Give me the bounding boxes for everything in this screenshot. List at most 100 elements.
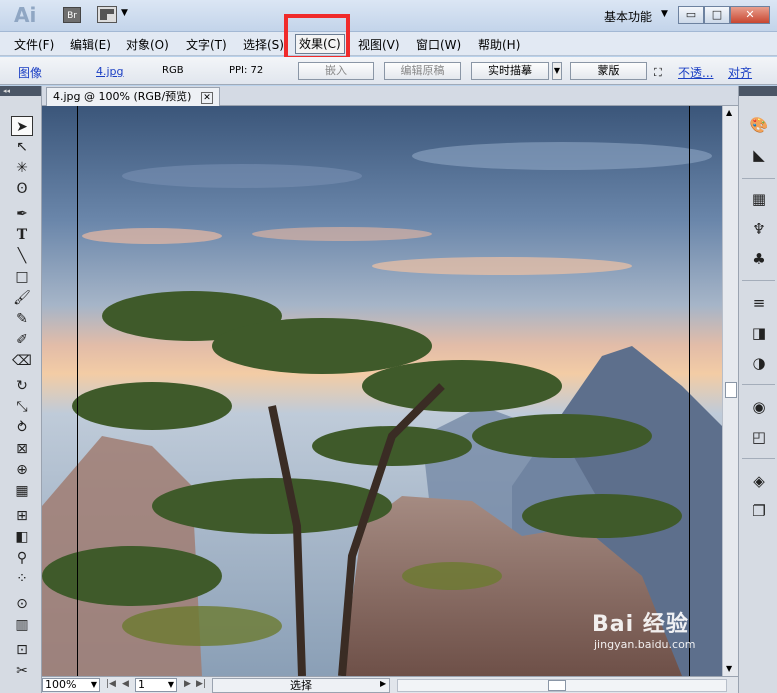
artboard-tool-icon[interactable]: ⊡ — [11, 640, 33, 660]
artboard-canvas[interactable]: Bai 经验 jingyan.baidu.com — [42, 106, 722, 676]
vertical-scroll-thumb[interactable] — [725, 382, 737, 398]
menu-window[interactable]: 窗口(W) — [416, 36, 461, 53]
status-bar: 100% ▼ |◀ ◀ 1 ▼ ▶ ▶| 选择 ▶ — [42, 676, 738, 693]
edit-original-button[interactable]: 编辑原稿 — [384, 62, 461, 80]
layers-panel-icon[interactable]: ◈ — [748, 470, 770, 492]
menu-object[interactable]: 对象(O) — [126, 36, 169, 53]
graphic-styles-icon[interactable]: ◰ — [748, 426, 770, 448]
artboard-edge-left — [77, 106, 78, 676]
object-type-label: 图像 — [18, 66, 43, 80]
gradient-tool-icon[interactable]: ◧ — [11, 527, 33, 547]
color-panel-icon[interactable]: 🎨 — [748, 114, 770, 136]
swatches-panel-icon[interactable]: ▦ — [748, 188, 770, 210]
tools-panel: ◂◂ ➤ ↖ ✳ ʘ ✒ T ╲ □ 🖌 ✎ ✐ ⌫ ↻ ⤡ ⥁ ⊠ ⊕ ▦ ⊞… — [0, 86, 42, 693]
brushes-panel-icon[interactable]: ♆ — [748, 218, 770, 240]
eyedropper-tool-icon[interactable]: ⚲ — [11, 548, 33, 568]
watermark: Bai 经验 jingyan.baidu.com — [592, 612, 696, 651]
panel-grip[interactable]: ◂◂ — [0, 86, 41, 96]
mesh-tool-icon[interactable]: ⊞ — [11, 506, 33, 526]
scale-tool-icon[interactable]: ⤡ — [11, 397, 33, 417]
arrange-documents-icon[interactable] — [97, 6, 117, 23]
scroll-up-icon[interactable]: ▲ — [726, 108, 732, 117]
embed-button[interactable]: 嵌入 — [298, 62, 374, 80]
close-tab-icon[interactable]: ✕ — [200, 92, 213, 104]
placed-image[interactable] — [42, 106, 722, 676]
scroll-down-icon[interactable]: ▼ — [726, 664, 732, 673]
pen-tool-icon[interactable]: ✒ — [11, 204, 33, 224]
menu-select[interactable]: 选择(S) — [243, 36, 284, 53]
control-bar: 图像 4.jpg RGB PPI: 72 嵌入 编辑原稿 实时描摹 ▼ 蒙版 ⛶… — [0, 57, 777, 85]
mask-button[interactable]: 蒙版 — [570, 62, 647, 80]
direct-selection-tool-icon[interactable]: ↖ — [11, 137, 33, 157]
document-tab-title: 4.jpg @ 100% (RGB/预览) — [53, 90, 192, 103]
artboard-edge-right — [689, 106, 690, 676]
app-logo: Ai — [14, 3, 37, 27]
horizontal-scroll-thumb[interactable] — [548, 680, 566, 691]
artboard-select[interactable]: 1 ▼ — [135, 678, 177, 692]
next-artboard-icon[interactable]: ▶ — [184, 679, 191, 689]
zoom-value: 100% — [45, 678, 77, 691]
document-tab[interactable]: 4.jpg @ 100% (RGB/预览) ✕ — [46, 87, 220, 106]
paintbrush-tool-icon[interactable]: 🖌 — [11, 288, 33, 308]
chevron-down-icon[interactable]: ▼ — [661, 9, 668, 19]
close-button[interactable]: ✕ — [730, 6, 770, 24]
last-artboard-icon[interactable]: ▶| — [196, 679, 206, 689]
magic-wand-tool-icon[interactable]: ✳ — [11, 158, 33, 178]
menu-view[interactable]: 视图(V) — [358, 36, 400, 53]
line-tool-icon[interactable]: ╲ — [11, 246, 33, 266]
free-transform-tool-icon[interactable]: ⊠ — [11, 439, 33, 459]
blend-tool-icon[interactable]: ⁘ — [11, 569, 33, 589]
chevron-down-icon[interactable]: ▼ — [121, 8, 128, 18]
transform-grid-icon[interactable]: ⛶ — [654, 66, 662, 80]
align-link[interactable]: 对齐 — [728, 64, 752, 81]
shape-builder-tool-icon[interactable]: ⊕ — [11, 460, 33, 480]
eraser-tool-icon[interactable]: ⌫ — [11, 351, 33, 371]
appearance-panel-icon[interactable]: ◉ — [748, 396, 770, 418]
selection-tool-icon[interactable]: ➤ — [11, 116, 33, 136]
vertical-scrollbar[interactable]: ▲ ▼ — [722, 106, 738, 676]
slice-tool-icon[interactable]: ✂ — [11, 661, 33, 681]
document-tab-bar: 4.jpg @ 100% (RGB/预览) ✕ — [42, 86, 738, 106]
pencil-tool-icon[interactable]: ✎ — [11, 309, 33, 329]
symbol-sprayer-tool-icon[interactable]: ⊙ — [11, 594, 33, 614]
workspace-switcher[interactable]: 基本功能 — [604, 8, 652, 25]
column-graph-tool-icon[interactable]: ▥ — [11, 615, 33, 635]
symbols-panel-icon[interactable]: ♣ — [748, 248, 770, 270]
color-mode-label: RGB — [162, 65, 184, 76]
gradient-panel-icon[interactable]: ◨ — [748, 322, 770, 344]
menu-help[interactable]: 帮助(H) — [478, 36, 520, 53]
artboards-panel-icon[interactable]: ❐ — [748, 500, 770, 522]
menu-bar: 文件(F) 编辑(E) 对象(O) 文字(T) 选择(S) 效果(C) 视图(V… — [0, 32, 777, 56]
zoom-select[interactable]: 100% ▼ — [42, 678, 100, 692]
rectangle-tool-icon[interactable]: □ — [11, 267, 33, 287]
menu-file[interactable]: 文件(F) — [14, 36, 54, 53]
minimize-button[interactable]: ▭ — [678, 6, 704, 24]
perspective-grid-tool-icon[interactable]: ▦ — [11, 481, 33, 501]
window-controls: ▭ □ ✕ — [678, 6, 770, 24]
ppi-label: PPI: 72 — [229, 65, 264, 76]
status-menu-caret[interactable]: ▶ — [380, 679, 386, 688]
previous-artboard-icon[interactable]: ◀ — [122, 679, 129, 689]
status-display[interactable]: 选择 — [212, 678, 390, 693]
bridge-button[interactable]: Br — [63, 7, 81, 23]
opacity-link[interactable]: 不透... — [678, 64, 713, 81]
menu-edit[interactable]: 编辑(E) — [70, 36, 111, 53]
linked-file-link[interactable]: 4.jpg — [96, 65, 124, 78]
maximize-button[interactable]: □ — [704, 6, 730, 24]
blob-brush-tool-icon[interactable]: ✐ — [11, 330, 33, 350]
live-trace-button[interactable]: 实时描摹 — [471, 62, 549, 80]
transparency-panel-icon[interactable]: ◑ — [748, 352, 770, 374]
menu-type[interactable]: 文字(T) — [186, 36, 227, 53]
first-artboard-icon[interactable]: |◀ — [106, 679, 116, 689]
trace-options-caret[interactable]: ▼ — [552, 62, 562, 80]
rotate-tool-icon[interactable]: ↻ — [11, 376, 33, 396]
stroke-panel-icon[interactable]: ≡ — [748, 292, 770, 314]
dock-grip[interactable] — [739, 86, 777, 96]
warp-tool-icon[interactable]: ⥁ — [11, 418, 33, 438]
horizontal-scrollbar[interactable] — [397, 679, 727, 692]
type-tool-icon[interactable]: T — [11, 225, 33, 245]
artboard-number: 1 — [138, 678, 145, 691]
lasso-tool-icon[interactable]: ʘ — [11, 179, 33, 199]
color-guide-icon[interactable]: ◣ — [748, 144, 770, 166]
landscape-image — [42, 106, 722, 676]
